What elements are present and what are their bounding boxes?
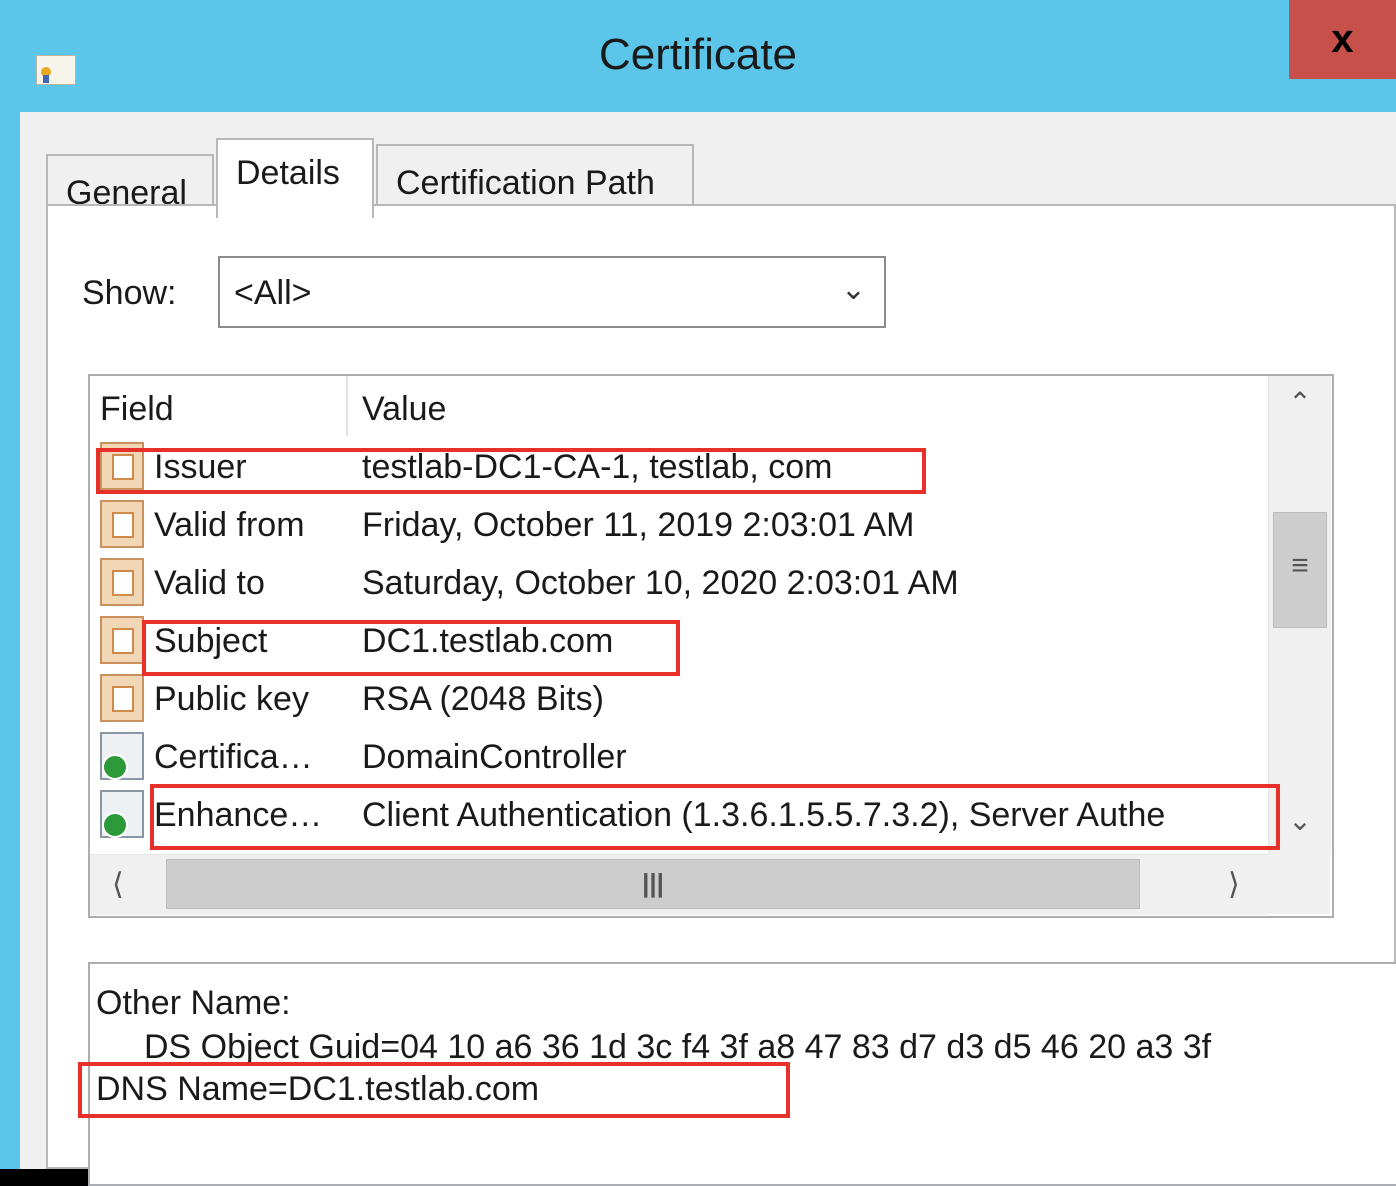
certificate-field-icon — [100, 558, 144, 606]
detail-line: DNS Name=DC1.testlab.com — [96, 1070, 540, 1108]
scroll-up-icon[interactable]: ⌃ — [1269, 386, 1331, 419]
scrollbar-corner — [1268, 854, 1330, 914]
list-row-subject[interactable]: Subject DC1.testlab.com — [90, 612, 1268, 670]
field-name: Valid to — [154, 564, 265, 602]
show-dropdown[interactable]: <All> ⌄ — [218, 256, 886, 328]
window-title: Certificate — [598, 30, 798, 79]
certificate-field-icon — [100, 442, 144, 490]
field-value: testlab-DC1-CA-1, testlab, com — [362, 448, 833, 486]
column-divider[interactable] — [346, 376, 348, 436]
certificate-field-icon — [100, 616, 144, 664]
detail-line: DS Object Guid=04 10 a6 36 1d 3c f4 3f a… — [144, 1028, 1212, 1066]
certificate-extension-icon — [100, 790, 144, 838]
field-name: Valid from — [154, 506, 305, 544]
list-row-valid-from[interactable]: Valid from Friday, October 11, 2019 2:03… — [90, 496, 1268, 554]
horizontal-scrollbar[interactable]: ⟨ ||| ⟩ — [90, 854, 1268, 915]
certificate-extension-icon — [100, 732, 144, 780]
grip-icon: ≡ — [1291, 549, 1309, 582]
field-name: Issuer — [154, 448, 247, 486]
tab-details[interactable]: Details — [216, 138, 374, 218]
list-row-certificate-template[interactable]: Certifica… DomainController — [90, 728, 1268, 786]
chevron-down-icon[interactable]: ⌄ — [841, 272, 866, 307]
field-value: DC1.testlab.com — [362, 622, 614, 660]
field-name: Enhance… — [154, 796, 323, 834]
title-bar[interactable]: Certificate x — [0, 0, 1396, 114]
detail-line: Other Name: — [96, 984, 291, 1022]
scroll-right-icon[interactable]: ⟩ — [1228, 867, 1240, 902]
certificate-window: Certificate x General Details Certificat… — [0, 0, 1396, 1186]
field-detail-textbox[interactable]: Other Name: DS Object Guid=04 10 a6 36 1… — [88, 962, 1396, 1186]
field-value: Saturday, October 10, 2020 2:03:01 AM — [362, 564, 959, 602]
list-row-enhanced-key-usage[interactable]: Enhance… Client Authentication (1.3.6.1.… — [90, 786, 1268, 844]
scroll-left-icon[interactable]: ⟨ — [112, 867, 124, 902]
field-name: Subject — [154, 622, 268, 660]
list-row-issuer[interactable]: Issuer testlab-DC1-CA-1, testlab, com — [90, 438, 1268, 496]
list-row-valid-to[interactable]: Valid to Saturday, October 10, 2020 2:03… — [90, 554, 1268, 612]
show-label: Show: — [82, 274, 177, 312]
list-row-public-key[interactable]: Public key RSA (2048 Bits) — [90, 670, 1268, 728]
field-name: Public key — [154, 680, 309, 718]
column-header-value[interactable]: Value — [352, 376, 1252, 436]
horizontal-scroll-thumb[interactable]: ||| — [166, 859, 1140, 909]
fields-list[interactable]: Field Value Issuer testlab-DC1-CA-1, tes… — [88, 374, 1334, 918]
field-name: Certifica… — [154, 738, 313, 776]
column-header-field[interactable]: Field — [90, 376, 346, 436]
certificate-field-icon — [100, 500, 144, 548]
scroll-down-icon[interactable]: ⌄ — [1269, 804, 1331, 837]
certificate-field-icon — [100, 674, 144, 722]
field-value: DomainController — [362, 738, 627, 776]
close-button[interactable]: x — [1289, 0, 1396, 79]
field-value: Friday, October 11, 2019 2:03:01 AM — [362, 506, 915, 544]
grip-icon: ||| — [642, 868, 664, 898]
field-value: Client Authentication (1.3.6.1.5.5.7.3.2… — [362, 796, 1166, 834]
field-value: RSA (2048 Bits) — [362, 680, 604, 718]
vertical-scrollbar[interactable]: ⌃ ≡ ⌄ — [1268, 376, 1331, 854]
vertical-scroll-thumb[interactable]: ≡ — [1273, 512, 1327, 628]
dialog-body: General Details Certification Path Show:… — [20, 112, 1396, 1186]
show-selected-value: <All> — [234, 274, 312, 312]
